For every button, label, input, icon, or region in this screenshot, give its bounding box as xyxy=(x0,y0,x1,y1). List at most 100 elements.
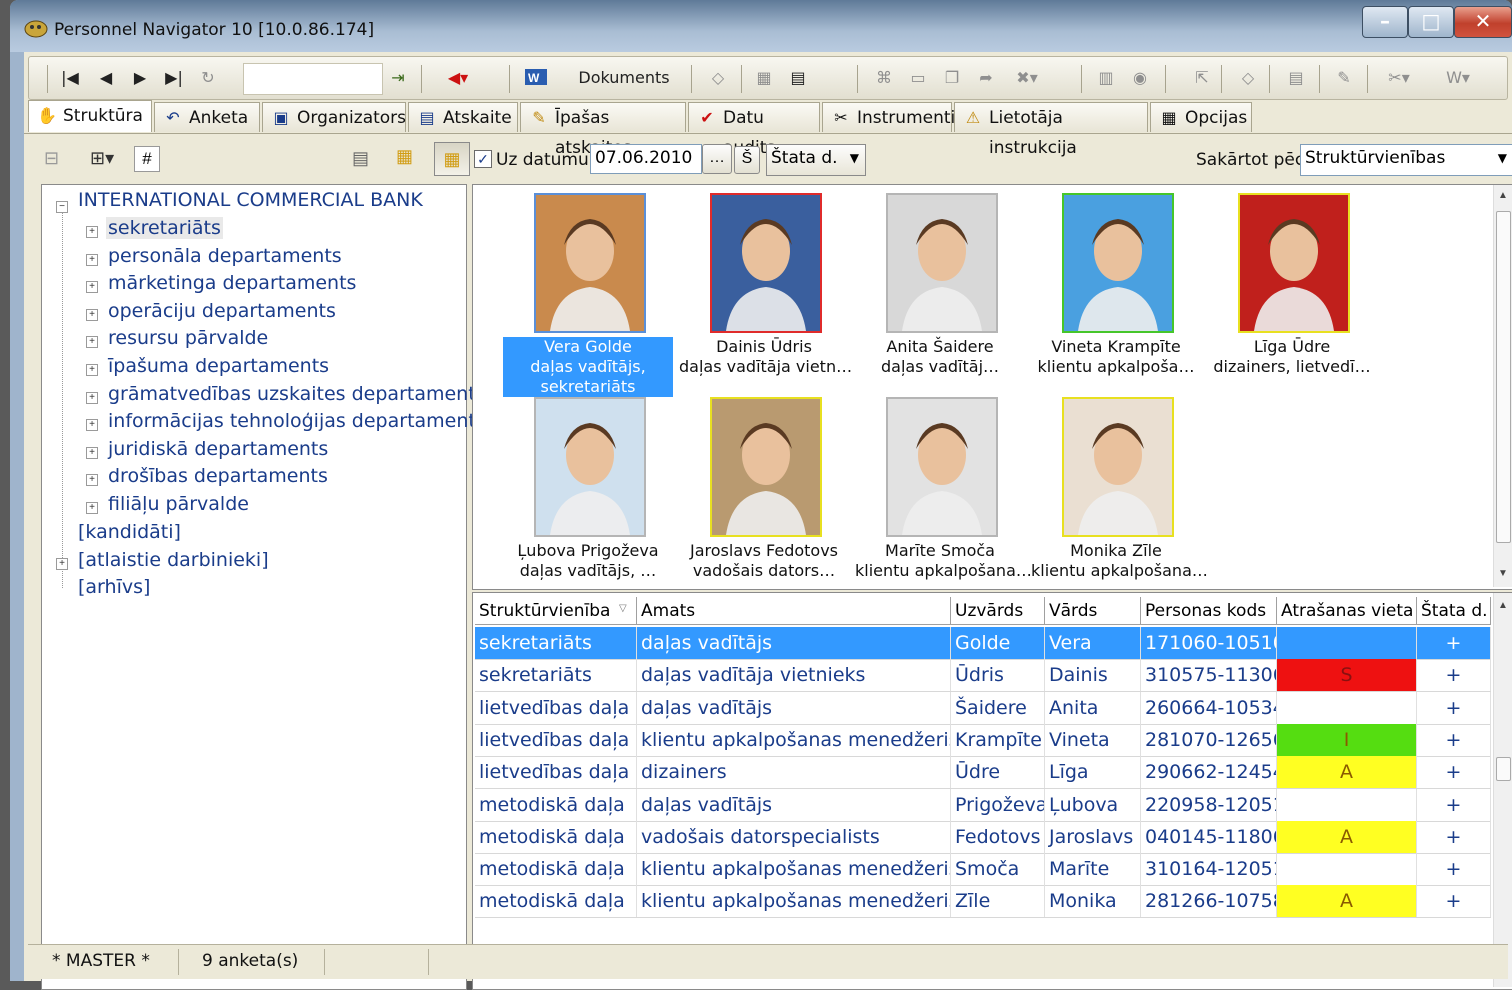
column-header[interactable]: Personas kods xyxy=(1141,597,1277,625)
tree-node[interactable]: sekretariāts xyxy=(106,217,223,239)
title-bar[interactable]: Personnel Navigator 10 [10.0.86.174] – □… xyxy=(10,0,1512,52)
tab-6[interactable]: ✔Datu audits xyxy=(688,102,820,158)
date-checkbox[interactable]: ✓ xyxy=(474,150,492,168)
back-arrow-icon[interactable]: ◀▾ xyxy=(433,66,483,90)
scroll-thumb[interactable] xyxy=(1496,211,1511,543)
expand-node-icon[interactable]: + xyxy=(86,391,98,404)
employee-photo[interactable] xyxy=(710,397,822,537)
delete-dropdown-icon[interactable]: ✖▾ xyxy=(1007,66,1047,90)
expand-node-icon[interactable]: + xyxy=(86,308,98,321)
next-record-icon[interactable]: ▶ xyxy=(129,66,151,90)
table-row[interactable]: metodiskā daļa vadošais datorspecialists F… xyxy=(475,820,1491,854)
employee-photo[interactable] xyxy=(534,193,646,333)
collapse-node-icon[interactable]: − xyxy=(56,201,68,213)
expand-node-icon[interactable]: + xyxy=(86,226,98,238)
column-header[interactable]: Amats xyxy=(637,597,951,625)
first-record-icon[interactable]: |◀ xyxy=(57,66,83,90)
tree-node[interactable]: operāciju departaments xyxy=(106,300,338,322)
prev-record-icon[interactable]: ◀ xyxy=(95,66,117,90)
column-header[interactable]: Struktūrvienība xyxy=(475,597,637,625)
tab-4[interactable]: ▤ Atskaite xyxy=(408,102,518,132)
tree-node[interactable]: resursu pārvalde xyxy=(106,327,270,349)
tree-node[interactable]: [kandidāti] xyxy=(78,521,181,543)
state-select[interactable]: Štata d. ▼ xyxy=(766,144,866,176)
tree-node[interactable]: personāla departaments xyxy=(106,245,344,267)
word-dropdown-icon[interactable]: W▾ xyxy=(1433,66,1483,90)
table-row[interactable]: metodiskā daļa daļas vadītājs Prigoževa Ļub… xyxy=(475,788,1491,822)
table-row[interactable]: lietvedības daļa daļas vadītājs Šaidere Ani… xyxy=(475,691,1491,725)
export-icon[interactable]: ⇱ xyxy=(1189,66,1215,90)
list-view-icon[interactable]: ▤ xyxy=(352,148,376,170)
date-input[interactable]: 07.06.2010 xyxy=(590,144,702,174)
tools-dropdown-icon[interactable]: ✂▾ xyxy=(1377,66,1421,90)
employee-photo[interactable] xyxy=(1062,397,1174,537)
column-header[interactable]: Atrašanas vieta xyxy=(1277,597,1417,625)
column-header[interactable]: Uzvārds xyxy=(951,597,1045,625)
scroll-thumb[interactable] xyxy=(1496,757,1511,781)
sort-select[interactable]: Struktūrvienības ▼ xyxy=(1300,144,1512,176)
tree-node[interactable]: mārketinga departaments xyxy=(106,272,358,294)
print-icon[interactable]: ▦ xyxy=(751,66,777,90)
tree-node[interactable]: grāmatvedības uzskaites departaments xyxy=(106,383,488,405)
employee-card[interactable]: Jaroslavs Fedotovs vadošais dators… xyxy=(679,393,849,593)
tab-3[interactable]: ▣ Organizators xyxy=(262,102,406,132)
tag-icon[interactable]: ◇ xyxy=(1235,66,1261,90)
tree-node[interactable]: [atlaistie darbinieki] xyxy=(78,549,269,571)
expand-node-icon[interactable]: + xyxy=(86,336,98,349)
scroll-down-icon[interactable]: ▼ xyxy=(1494,565,1512,583)
tree-root[interactable]: INTERNATIONAL COMMERCIAL BANK xyxy=(78,189,423,211)
collapse-tree-icon[interactable]: ⊟ xyxy=(44,148,74,172)
employee-photo[interactable] xyxy=(710,193,822,333)
employee-card[interactable]: Monika Zīle klientu apkalpošana… xyxy=(1031,393,1208,593)
close-button[interactable]: ✕ xyxy=(1454,6,1512,38)
employee-card[interactable]: Marīte Smoča klientu apkalpošana… xyxy=(855,393,1032,593)
goto-record-icon[interactable]: ⇥ xyxy=(383,66,413,90)
table-row[interactable]: metodiskā daļa klientu apkalpošanas mened… xyxy=(475,853,1491,887)
employee-photo[interactable] xyxy=(1238,193,1350,333)
table-row[interactable]: sekretariāts daļas vadītājs Golde Vera 17106… xyxy=(475,627,1491,660)
employee-photo[interactable] xyxy=(1062,193,1174,333)
tree-node[interactable]: juridiskā departaments xyxy=(106,438,330,460)
tab-9[interactable]: ▦ Opcijas xyxy=(1150,102,1252,132)
document-logo-icon[interactable]: W xyxy=(521,66,551,90)
documents-button[interactable]: Dokuments xyxy=(569,66,679,90)
expand-node-icon[interactable]: + xyxy=(86,474,98,487)
table-row[interactable]: sekretariāts daļas vadītāja vietnieks Ūdri… xyxy=(475,659,1491,693)
expand-node-icon[interactable]: + xyxy=(86,502,98,514)
last-record-icon[interactable]: ▶| xyxy=(161,66,187,90)
expand-node-icon[interactable]: + xyxy=(86,419,98,432)
table-scrollbar[interactable]: ▲ ▼ xyxy=(1493,593,1512,987)
move-icon[interactable]: ➦ xyxy=(973,66,999,90)
table-row[interactable]: lietvedības daļa dizainers Ūdre Līga 290662-… xyxy=(475,756,1491,790)
scroll-up-icon[interactable]: ▲ xyxy=(1494,187,1512,205)
gallery-scrollbar[interactable]: ▲ ▼ xyxy=(1493,185,1512,587)
record-search-input[interactable] xyxy=(243,63,383,95)
employee-card[interactable]: Dainis Ūdris daļas vadītāja vietn… xyxy=(679,189,852,389)
numbering-icon[interactable]: # xyxy=(134,146,160,172)
expand-node-icon[interactable]: + xyxy=(86,281,98,294)
expand-node-icon[interactable]: + xyxy=(86,446,98,459)
sort-icon[interactable]: ▽ xyxy=(619,603,627,614)
folder-icon[interactable]: ▭ xyxy=(905,66,931,90)
tree-node[interactable]: filiāļu pārvalde xyxy=(106,493,251,515)
dial-icon[interactable]: ◉ xyxy=(1127,66,1153,90)
employee-card[interactable]: Vineta Krampīte klientu apkalpoša… xyxy=(1031,189,1201,389)
tab-8[interactable]: ⚠ Lietotāja instrukcija xyxy=(954,102,1148,158)
tree-node[interactable]: [arhīvs] xyxy=(78,576,150,598)
tree-node[interactable]: īpašuma departaments xyxy=(106,355,331,377)
print-preview-icon[interactable]: ▤ xyxy=(785,66,811,90)
employee-photo[interactable] xyxy=(886,397,998,537)
tree-node[interactable]: drošības departaments xyxy=(106,465,330,487)
table-icon[interactable]: ▤ xyxy=(1283,66,1309,90)
expand-node-icon[interactable]: + xyxy=(56,557,68,570)
employee-photo[interactable] xyxy=(534,397,646,537)
employee-photo[interactable] xyxy=(886,193,998,333)
tab-2[interactable]: ↶ Anketa xyxy=(154,102,260,132)
expand-node-icon[interactable]: + xyxy=(86,364,98,376)
table-row[interactable]: lietvedības daļa klientu apkalpošanas men… xyxy=(475,723,1491,757)
employee-card[interactable]: Ļubova Prigoževa daļas vadītājs, … xyxy=(503,393,673,593)
employee-card[interactable]: Līga Ūdre dizainers, lietvedī… xyxy=(1207,189,1377,389)
minimize-button[interactable]: – xyxy=(1362,6,1408,38)
tab-5[interactable]: ✎Īpašas atskaites xyxy=(520,102,686,158)
table-row[interactable]: metodiskā daļa klientu apkalpošanas mened… xyxy=(475,885,1491,919)
